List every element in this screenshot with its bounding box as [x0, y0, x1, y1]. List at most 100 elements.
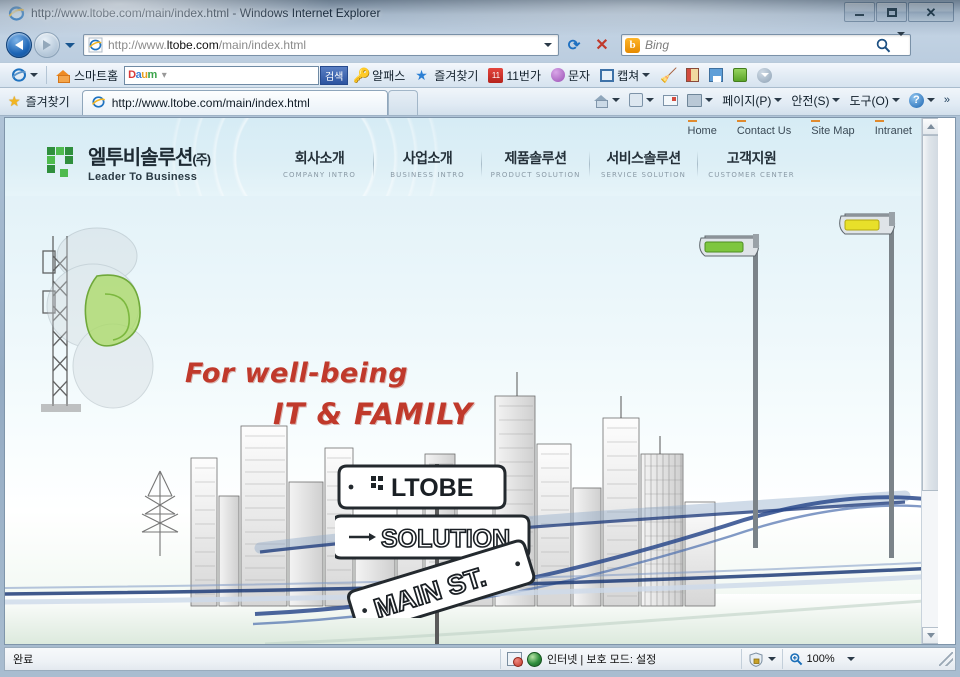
search-icon[interactable] — [875, 37, 892, 54]
bing-icon: b — [625, 37, 640, 53]
smart-home-button[interactable]: 스마트홈 — [50, 64, 123, 86]
capture-button[interactable]: 캡쳐 — [595, 64, 655, 86]
printer-icon — [687, 93, 703, 107]
utility-nav-home[interactable]: Home — [678, 120, 727, 138]
chevron-right-icon: » — [943, 94, 950, 106]
help-menu-button[interactable]: ? — [905, 89, 939, 111]
print-button[interactable] — [683, 89, 717, 111]
chevron-down-icon — [897, 32, 905, 53]
tab-ltobe[interactable]: http://www.ltobe.com/main/index.html — [81, 90, 388, 115]
nav-item-product-solution[interactable]: 제품솔루션 PRODUCT SOLUTION — [486, 148, 585, 179]
refresh-button[interactable]: ⟳ — [561, 33, 587, 57]
read-mail-button[interactable] — [659, 89, 682, 111]
favorites-addon-button[interactable]: ★ 즐겨찾기 — [410, 64, 483, 86]
daum-search-button[interactable]: 검색 — [320, 65, 349, 85]
cleanup-button[interactable]: 🧹 — [655, 64, 681, 86]
window-controls: ✕ — [844, 2, 954, 22]
chevron-down-icon — [891, 98, 900, 102]
maximize-button[interactable] — [876, 2, 907, 22]
site-header: 엘투비솔루션(주) Leader To Business Home Contac… — [5, 118, 938, 238]
alpass-button[interactable]: 🔑 알패스 — [348, 64, 410, 86]
daum-dropdown-arrow[interactable]: ▾ — [162, 70, 167, 81]
favorites-button[interactable]: ★ 즐겨찾기 — [0, 90, 78, 112]
message-icon — [551, 68, 566, 82]
nav-item-customer-center[interactable]: 고객지원 CUSTOMER CENTER — [702, 148, 801, 179]
zoom-control[interactable]: 100% — [783, 648, 861, 670]
tab-title: http://www.ltobe.com/main/index.html — [111, 96, 310, 110]
green-icon — [733, 68, 748, 82]
page-menu-button[interactable]: 페이지(P) — [718, 89, 786, 111]
scroll-up-button[interactable] — [922, 118, 938, 135]
site-logo[interactable]: 엘투비솔루션(주) Leader To Business — [47, 146, 211, 183]
recent-pages-dropdown[interactable] — [63, 42, 76, 48]
security-zone[interactable]: 인터넷 | 보호 모드: 설정 — [501, 648, 662, 670]
hero-banner: For well-being IT & FAMILY LTOBE SOLUTIO… — [5, 196, 938, 644]
key-icon: 🔑 — [353, 67, 371, 83]
chevron-down-icon — [926, 98, 935, 102]
favorites-and-tab-row: ★ 즐겨찾기 http://www.ltobe.com/main/index.h… — [0, 88, 960, 116]
nav-item-company-intro[interactable]: 회사소개 COMPANY INTRO — [270, 148, 369, 179]
search-placeholder: Bing — [645, 38, 670, 52]
message-button[interactable]: 문자 — [546, 64, 595, 86]
new-tab-button[interactable] — [387, 90, 418, 115]
chevron-down-icon — [846, 657, 855, 661]
nav-label-en: CUSTOMER CENTER — [708, 171, 795, 179]
scrollbar-track[interactable] — [922, 491, 938, 627]
utility-nav-contact-us[interactable]: Contact Us — [727, 120, 801, 138]
forward-button[interactable] — [34, 32, 60, 58]
globe-icon — [527, 651, 542, 667]
chevron-down-icon — [544, 43, 552, 47]
nav-label-kr: 제품솔루션 — [504, 150, 567, 166]
browser-window: http://www.ltobe.com/main/index.html - W… — [0, 0, 960, 677]
nav-divider — [481, 150, 482, 177]
green-addon-button[interactable] — [728, 64, 752, 86]
street-signs: LTOBE SOLUTION MAIN ST. — [335, 464, 536, 618]
alpass-label: 알패스 — [372, 68, 406, 83]
utility-nav-intranet[interactable]: Intranet — [865, 120, 922, 138]
close-button[interactable]: ✕ — [908, 2, 954, 22]
stop-button[interactable]: ✕ — [589, 33, 615, 57]
address-input[interactable]: http://www.ltobe.com/main/index.html — [83, 34, 559, 56]
logo-english: Leader To Business — [88, 171, 198, 183]
capture-label: 캡쳐 — [617, 68, 640, 83]
zoom-level: 100% — [806, 653, 835, 665]
nav-label-kr: 서비스솔루션 — [606, 150, 681, 166]
web-page: 엘투비솔루션(주) Leader To Business Home Contac… — [5, 118, 938, 644]
tools-menu-button[interactable]: 도구(O) — [845, 89, 903, 111]
eleven-street-button[interactable]: 11 11번가 — [483, 64, 546, 86]
tagline-line-2: IT & FAMILY — [273, 397, 474, 431]
notebook-button[interactable] — [681, 64, 704, 86]
nav-item-service-solution[interactable]: 서비스솔루션 SERVICE SOLUTION — [594, 148, 693, 179]
message-label: 문자 — [568, 68, 591, 83]
daum-icon: Daum — [128, 69, 157, 81]
feeds-button[interactable] — [625, 89, 658, 111]
search-input[interactable]: b Bing — [621, 32, 911, 56]
addon-overflow-button[interactable] — [752, 64, 777, 86]
nav-divider — [373, 150, 374, 177]
toolbar-overflow-button[interactable]: » — [940, 89, 954, 111]
utility-nav-site-map[interactable]: Site Map — [801, 120, 864, 138]
resize-grip[interactable] — [938, 652, 953, 666]
privacy-shield-icon — [748, 651, 764, 667]
command-buttons: 페이지(P) 안전(S) 도구(O) ? » — [589, 86, 960, 114]
address-dropdown-arrow[interactable] — [540, 43, 556, 47]
search-dropdown-arrow[interactable] — [897, 32, 905, 54]
street-sign-ltobe: LTOBE — [337, 464, 507, 510]
capture-icon — [600, 68, 615, 82]
home-button[interactable] — [589, 89, 624, 111]
scroll-down-button[interactable] — [922, 627, 938, 644]
back-button[interactable] — [6, 32, 32, 58]
nav-item-business-intro[interactable]: 사업소개 BUSINESS INTRO — [378, 148, 477, 179]
save-addon-button[interactable] — [704, 64, 728, 86]
chevron-down-icon — [646, 98, 655, 102]
page-scrollbar[interactable] — [921, 118, 938, 644]
safety-menu-button[interactable]: 안전(S) — [787, 89, 844, 111]
minimize-button[interactable] — [844, 2, 875, 22]
scrollbar-thumb[interactable] — [922, 135, 938, 491]
logo-korean: 엘투비솔루션(주) — [88, 147, 211, 169]
chevron-up-icon — [926, 124, 935, 129]
privacy-button[interactable] — [742, 648, 782, 670]
daum-search-input[interactable]: Daum ▾ — [124, 65, 320, 85]
ie-menu-button[interactable] — [6, 64, 43, 86]
save-icon — [709, 68, 724, 82]
